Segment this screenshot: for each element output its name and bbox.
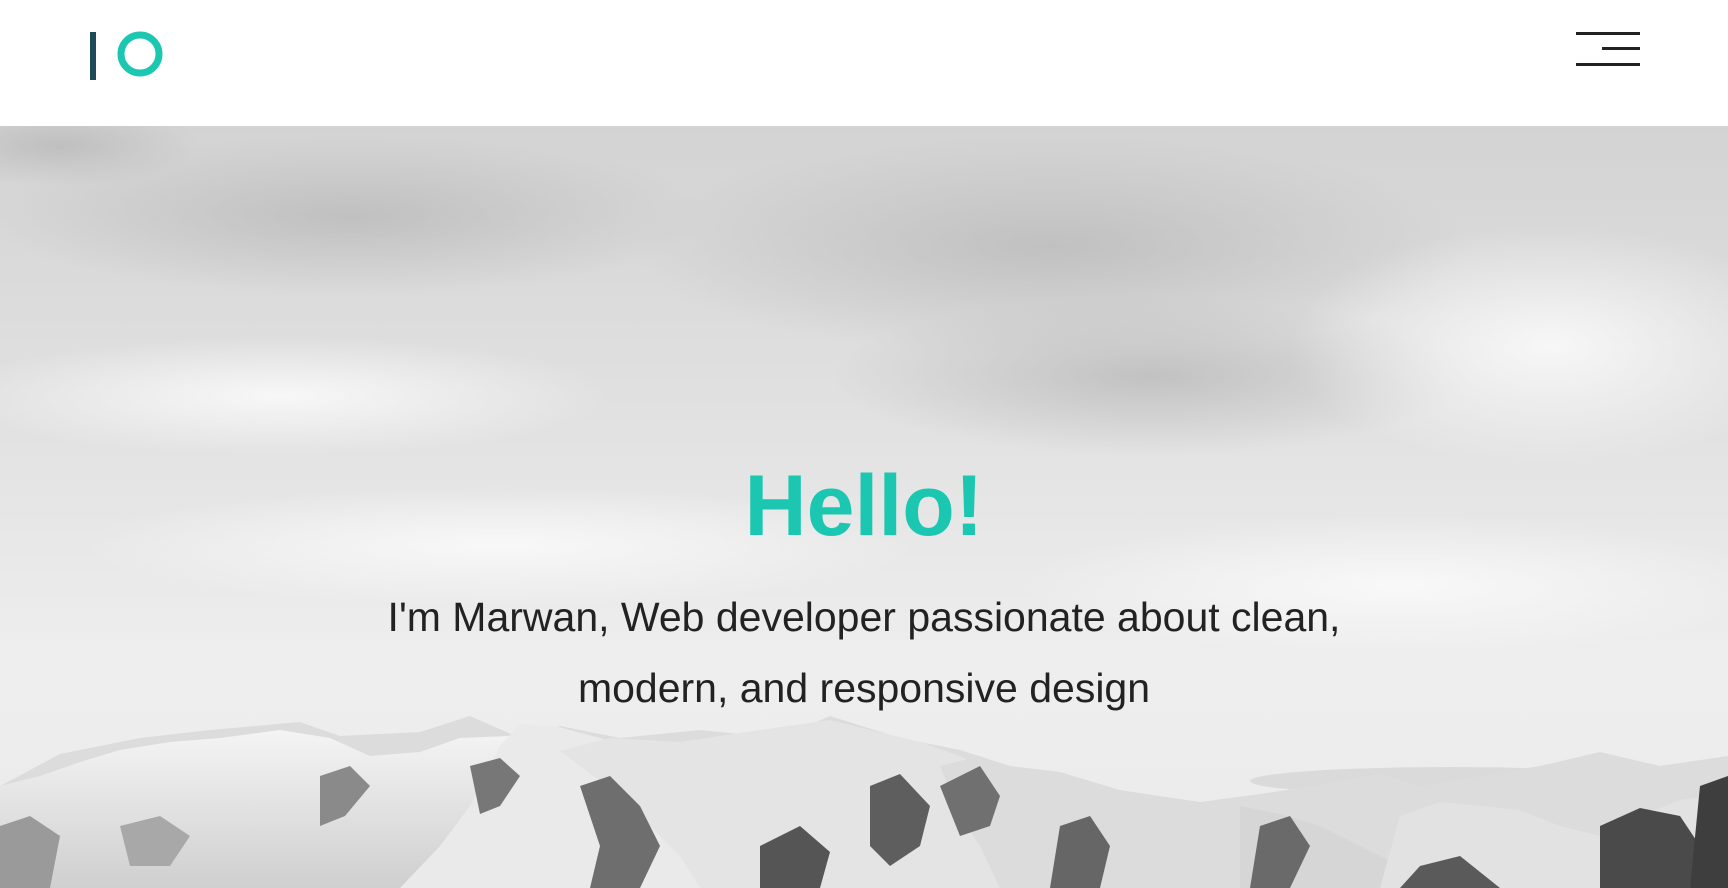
- hero-title: Hello!: [744, 458, 984, 554]
- hero-content: Hello! I'm Marwan, Web developer passion…: [0, 126, 1728, 888]
- site-header: [0, 0, 1728, 126]
- hero-section: Hello! I'm Marwan, Web developer passion…: [0, 126, 1728, 888]
- hamburger-menu-icon: [1576, 32, 1640, 66]
- hero-subtitle: I'm Marwan, Web developer passionate abo…: [387, 594, 1341, 711]
- io-logo-icon: [90, 31, 163, 80]
- site-logo[interactable]: [90, 30, 166, 82]
- menu-toggle-button[interactable]: [1572, 28, 1642, 70]
